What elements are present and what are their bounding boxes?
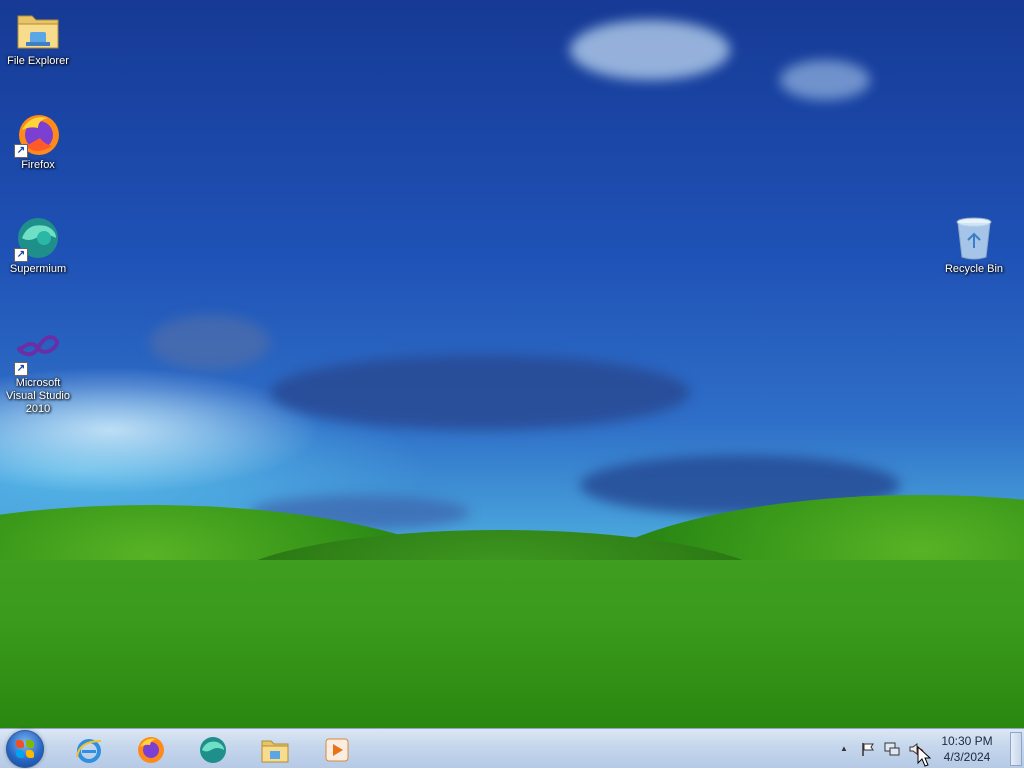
desktop-icon-label: Firefox (21, 159, 55, 171)
shortcut-arrow-icon: ↗ (14, 144, 28, 158)
clock-time: 10:30 PM (941, 734, 993, 748)
firefox-icon: ↗ (14, 110, 62, 158)
firefox-icon (138, 737, 164, 763)
mouse-cursor-icon (917, 746, 931, 767)
taskbar-file-explorer[interactable] (248, 731, 302, 767)
network-icon[interactable] (884, 741, 900, 757)
desktop-wallpaper (0, 0, 1024, 728)
cloud (570, 20, 730, 80)
desktop-icon-supermium[interactable]: ↗ Supermium (0, 214, 76, 276)
cloud (150, 315, 270, 370)
desktop-icon-recycle-bin[interactable]: Recycle Bin (936, 214, 1012, 276)
windows-start-icon (16, 740, 34, 758)
clock[interactable]: 10:30 PM 4/3/2024 (936, 733, 998, 765)
desktop-icon-visual-studio[interactable]: ↗ Microsoft Visual Studio 2010 (0, 328, 76, 416)
taskbar: ▲ 10:30 PM 4/3/2024 (0, 728, 1024, 768)
folder-icon (14, 6, 62, 54)
recycle-bin-icon (950, 214, 998, 262)
show-hidden-icons-button[interactable]: ▲ (836, 741, 852, 757)
flag-icon[interactable] (860, 741, 876, 757)
desktop-icon-file-explorer[interactable]: File Explorer (0, 6, 76, 68)
taskbar-supermium[interactable] (186, 731, 240, 767)
internet-explorer-icon (76, 739, 102, 763)
shortcut-arrow-icon: ↗ (14, 248, 28, 262)
taskbar-firefox[interactable] (124, 731, 178, 767)
shortcut-arrow-icon: ↗ (14, 362, 28, 376)
taskbar-internet-explorer[interactable] (62, 731, 116, 767)
desktop-icon-firefox[interactable]: ↗ Firefox (0, 110, 76, 172)
show-desktop-button[interactable] (1010, 732, 1022, 766)
cloud (270, 355, 690, 430)
desktop-icon-label: Recycle Bin (944, 263, 1004, 275)
desktop-icon-label: Microsoft Visual Studio 2010 (5, 377, 70, 415)
desktop-icon-label: File Explorer (7, 55, 69, 67)
media-player-icon (325, 738, 349, 762)
desktop-icon-label: Supermium (9, 263, 67, 275)
supermium-icon: ↗ (14, 214, 62, 262)
supermium-icon (200, 737, 226, 763)
file-explorer-icon (261, 740, 289, 763)
start-button[interactable] (6, 730, 44, 768)
clock-date: 4/3/2024 (943, 750, 991, 764)
visual-studio-icon: ↗ (14, 328, 62, 376)
taskbar-media-player[interactable] (310, 731, 364, 767)
grass-field (0, 560, 1024, 728)
cloud (780, 60, 870, 100)
